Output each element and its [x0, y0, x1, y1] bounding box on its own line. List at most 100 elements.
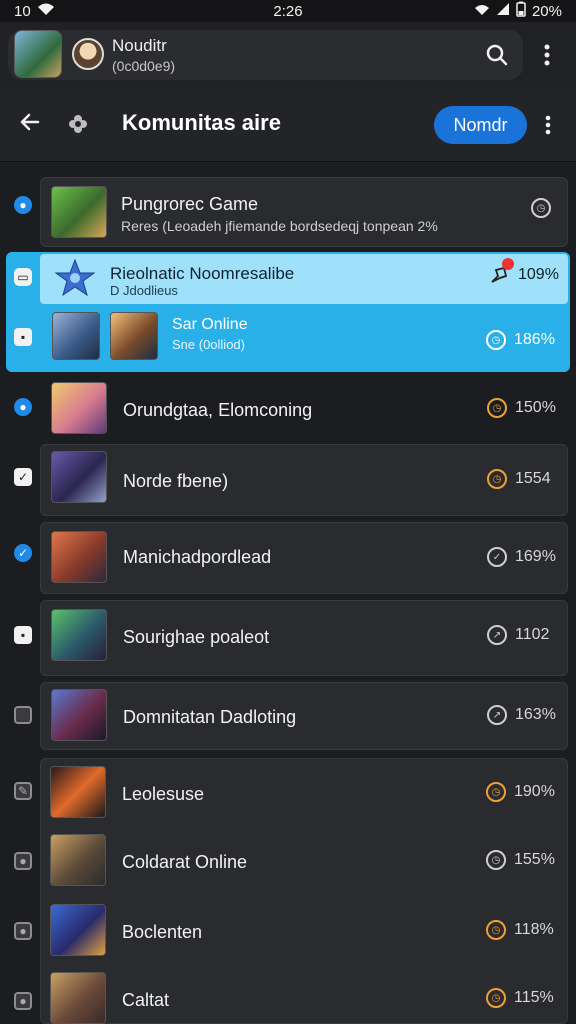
row-checkbox[interactable]: ● [14, 852, 32, 870]
game-thumbnail [51, 382, 107, 434]
arrow-left-icon [20, 113, 40, 131]
row-checkbox[interactable]: ▭ [14, 268, 32, 286]
item-status: ◷ 155% [486, 850, 555, 870]
item-value: 115% [514, 989, 554, 1006]
selected-second-value: 186% [514, 331, 555, 348]
selected-value: 109% [518, 266, 559, 283]
item-title: Domnitatan Dadloting [123, 707, 297, 727]
row-checkbox[interactable]: ● [14, 398, 32, 416]
check-circle-icon: ✓ [487, 547, 507, 567]
game-thumbnail [51, 531, 107, 583]
row-checkbox[interactable]: ✎ [14, 782, 32, 800]
list-item[interactable]: Coldarat Online ◷ 155% [40, 832, 568, 892]
status-right: 20% [474, 1, 562, 21]
selected-status: 109% [488, 258, 559, 286]
more-vertical-icon [544, 44, 550, 66]
item-status: ↗ 1102 [487, 625, 549, 645]
more-vertical-icon [545, 115, 551, 135]
list-item[interactable]: Boclenten ◷ 118% [40, 902, 568, 962]
item-title: Boclenten [122, 922, 203, 942]
game-thumbnail [51, 689, 107, 741]
status-bar: 10 2:26 20% [0, 0, 576, 22]
clock-icon: ◷ [531, 198, 551, 218]
item-title: Orundgtaa, Elomconing [123, 400, 313, 420]
selected-second-status: ◷ 186% [486, 330, 555, 350]
item-status: ◷ [531, 198, 551, 218]
more-menu-button[interactable] [536, 40, 558, 70]
item-title: Pungrorec Game [121, 194, 259, 214]
item-value: 155% [514, 851, 555, 868]
game-thumbnail [51, 186, 107, 238]
list-item[interactable]: Sourighae poaleot ↗ 1102 [40, 600, 568, 676]
clock-icon: ◷ [486, 920, 506, 940]
spark-icon [52, 258, 98, 298]
game-thumbnail [51, 609, 107, 661]
compass-icon: ↗ [487, 625, 507, 645]
item-status: ✓ 169% [487, 547, 556, 567]
signal-icon [496, 2, 510, 20]
selected-second-title: Sar Online [172, 316, 248, 333]
game-thumbnail [51, 451, 107, 503]
item-status: ◷ 1554 [487, 469, 551, 489]
item-subtitle: Reres (Leoadeh jfiemande bordsedeqj tonp… [121, 218, 438, 234]
row-checkbox[interactable]: ✓ [14, 468, 32, 486]
item-value: 118% [514, 921, 554, 938]
search-icon [486, 44, 508, 66]
row-checkbox[interactable] [14, 706, 32, 724]
list-item[interactable]: Orundgtaa, Elomconing ◷ 150% [40, 375, 568, 441]
search-button[interactable] [480, 38, 514, 72]
clock-icon: ◷ [486, 988, 506, 1008]
game-thumbnail [110, 312, 158, 360]
wifi-icon [37, 2, 55, 20]
row-checkbox[interactable]: ● [14, 992, 32, 1010]
item-value: 169% [515, 548, 556, 565]
row-checkbox[interactable]: ✓ [14, 544, 32, 562]
clock-icon: ◷ [487, 398, 507, 418]
list-item[interactable]: Caltat ◷ 115% [40, 970, 568, 1024]
status-time-left: 10 [14, 2, 31, 20]
account-name: Nouditr [112, 36, 167, 55]
item-status: ↗ 163% [487, 705, 556, 725]
app-icon[interactable] [14, 30, 62, 78]
item-title: Sourighae poaleot [123, 627, 270, 647]
community-icon [66, 112, 90, 136]
item-title: Caltat [122, 990, 170, 1010]
item-title: Norde fbene) [123, 471, 229, 491]
row-checkbox[interactable]: ▪ [14, 626, 32, 644]
item-value: 190% [514, 783, 555, 800]
list-item[interactable]: Domnitatan Dadloting ↗ 163% [40, 682, 568, 750]
row-checkbox[interactable]: ▪ [14, 328, 32, 346]
back-button[interactable] [14, 106, 46, 138]
list-item[interactable]: Pungrorec Game Reres (Leoadeh jfiemande … [40, 177, 568, 247]
item-title: Coldarat Online [122, 852, 248, 872]
row-checkbox[interactable]: ● [14, 196, 32, 214]
clock-icon: ◷ [486, 782, 506, 802]
list-item[interactable]: Manichadpordlead ✓ 169% [40, 522, 568, 594]
title-more-button[interactable] [538, 110, 558, 140]
primary-action-button[interactable]: Nomdr [434, 106, 527, 144]
list-item[interactable]: Leolesuse ◷ 190% [40, 764, 568, 824]
selected-title: Rieolnatic Noomresalibe [110, 264, 295, 283]
item-value: 163% [515, 706, 556, 723]
selected-subtitle: D Jdodlieus [110, 283, 178, 298]
avatar[interactable] [72, 38, 104, 70]
game-thumbnail [50, 972, 106, 1024]
list-item[interactable]: Norde fbene) ◷ 1554 [40, 444, 568, 516]
item-value: 1102 [515, 626, 550, 643]
row-checkbox[interactable]: ● [14, 922, 32, 940]
pin-icon [488, 258, 514, 286]
item-status: ◷ 118% [486, 920, 554, 940]
game-thumbnail [50, 766, 106, 818]
item-status: ◷ 150% [487, 398, 556, 418]
game-thumbnail [50, 834, 106, 886]
game-thumbnail [50, 904, 106, 956]
item-status: ◷ 115% [486, 988, 554, 1008]
page-title: Komunitas aire [122, 110, 281, 135]
item-title: Leolesuse [122, 784, 205, 804]
compass-icon: ↗ [487, 705, 507, 725]
battery-percentage: 20% [531, 2, 562, 20]
timer-icon: ◷ [486, 850, 506, 870]
clock-icon: ◷ [487, 469, 507, 489]
item-status: ◷ 190% [486, 782, 555, 802]
notification-badge [502, 258, 514, 270]
